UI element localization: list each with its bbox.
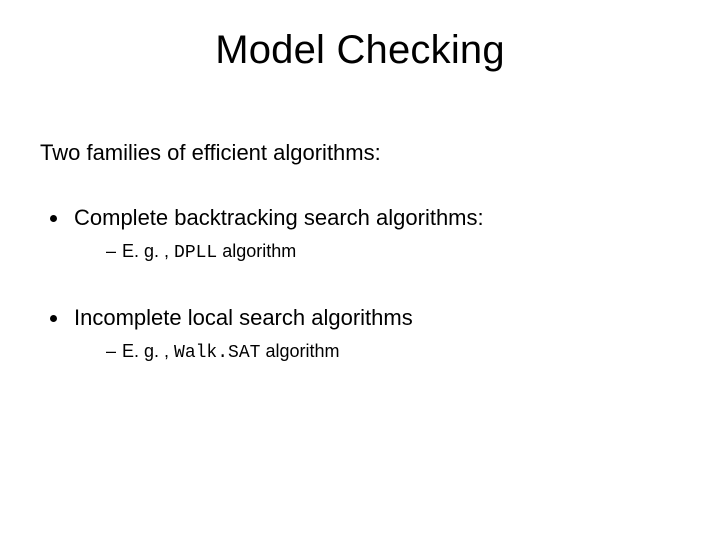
slide: Model Checking Two families of efficient… <box>0 0 720 540</box>
sub-suffix: algorithm <box>217 241 296 261</box>
intro-text: Two families of efficient algorithms: <box>40 140 680 165</box>
sub-prefix: E. g. , <box>122 341 174 361</box>
bullet-item: Complete backtracking search algorithms:… <box>70 205 680 263</box>
bullet-list: Complete backtracking search algorithms:… <box>40 205 680 363</box>
sub-item: E. g. , DPLL algorithm <box>106 241 680 264</box>
sub-suffix: algorithm <box>260 341 339 361</box>
sub-mono: Walk.SAT <box>174 343 260 363</box>
bullet-text: Complete backtracking search algorithms: <box>70 205 484 230</box>
sub-list: E. g. , Walk.SAT algorithm <box>70 341 680 364</box>
bullet-text: Incomplete local search algorithms <box>70 305 413 330</box>
slide-body: Two families of efficient algorithms: Co… <box>40 140 680 405</box>
sub-prefix: E. g. , <box>122 241 174 261</box>
sub-item: E. g. , Walk.SAT algorithm <box>106 341 680 364</box>
sub-mono: DPLL <box>174 243 217 263</box>
bullet-item: Incomplete local search algorithms E. g.… <box>70 305 680 363</box>
sub-list: E. g. , DPLL algorithm <box>70 241 680 264</box>
slide-title: Model Checking <box>0 28 720 73</box>
